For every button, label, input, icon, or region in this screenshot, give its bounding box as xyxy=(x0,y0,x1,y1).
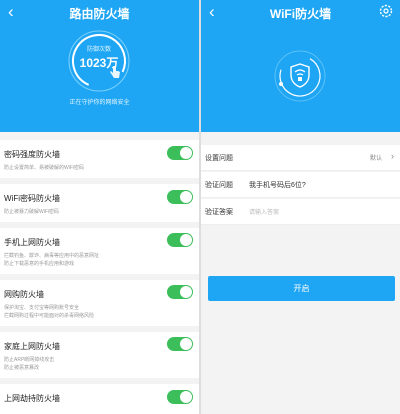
field-value: 默认 xyxy=(369,156,382,162)
list-item: 网购防火墙 保护淘宝、支付宝等网购账号安全 拦截网购过程中可能面对的杀毒网络风险 xyxy=(0,280,199,326)
page-title: 路由防火墙 xyxy=(69,7,130,21)
field-value: 我手机号码后6位? xyxy=(249,182,306,189)
defense-count-gauge: 防御次数 1023万 xyxy=(67,29,131,93)
gauge-label: 防御次数 xyxy=(86,47,111,53)
item-desc: 拦截钓鱼、欺诈、病毒等应用中的恶意网址 xyxy=(4,253,100,259)
item-label: 家庭上网防火墙 xyxy=(4,342,60,351)
item-desc: 保护淘宝、支付宝等网购账号安全 xyxy=(4,305,80,311)
item-desc: 防止下载恶意的手机应用和游戏 xyxy=(4,261,75,267)
nav-bar: ‹ 路由防火墙 xyxy=(0,0,199,26)
item-label: 密码强度防火墙 xyxy=(4,150,60,159)
gear-icon[interactable] xyxy=(378,3,394,19)
chevron-right-icon: › xyxy=(391,151,394,161)
toggle-switch[interactable] xyxy=(167,190,193,204)
list-item: 密码强度防火墙 防止设置简单、易被破解的WiFi密码 xyxy=(0,140,199,178)
wifi-shield-icon xyxy=(273,49,327,103)
item-label: 上网劫持防火墙 xyxy=(4,394,60,403)
verify-answer-row[interactable]: 验证答案 请输入答案 xyxy=(201,199,400,225)
hand-pointer-icon xyxy=(110,66,120,78)
item-label: 网购防火墙 xyxy=(4,290,44,299)
gauge-value: 1023万 xyxy=(79,56,119,70)
item-desc: 防止被暴力破解WiFi密码 xyxy=(4,209,59,215)
toggle-switch[interactable] xyxy=(167,285,193,299)
toggle-switch[interactable] xyxy=(167,390,193,404)
list-item: 手机上网防火墙 拦截钓鱼、欺诈、病毒等应用中的恶意网址 防止下载恶意的手机应用和… xyxy=(0,228,199,274)
status-text: 正在守护你的网络安全 xyxy=(69,100,130,106)
verify-question-row: 验证问题 我手机号码后6位? xyxy=(201,172,400,198)
list-item: 上网劫持防火墙 xyxy=(0,384,199,414)
item-desc: 防止被恶意篡改 xyxy=(4,365,40,371)
list-item: 家庭上网防火墙 防止ARP断网掉线攻击 防止被恶意篡改 xyxy=(0,332,199,378)
item-label: 手机上网防火墙 xyxy=(4,238,60,247)
field-label: 验证答案 xyxy=(205,209,233,216)
toggle-switch[interactable] xyxy=(167,146,193,160)
setting-question-row[interactable]: 设置问题 默认 › xyxy=(201,145,400,171)
nav-bar: ‹ WiFi防火墙 xyxy=(201,0,400,26)
enable-button[interactable]: 开启 xyxy=(208,276,395,301)
list-item: WiFi密码防火墙 防止被暴力破解WiFi密码 xyxy=(0,184,199,222)
header-banner: ‹ WiFi防火墙 xyxy=(201,0,400,132)
toggle-switch[interactable] xyxy=(167,337,193,351)
page-title: WiFi防火墙 xyxy=(269,7,332,21)
router-firewall-screen: ‹ 路由防火墙 防御次数 1023万 正在守护你的网络安全 密码强度防火墙 防止… xyxy=(0,0,199,414)
item-desc: 防止ARP断网掉线攻击 xyxy=(4,357,55,363)
wifi-firewall-screen: ‹ WiFi防火墙 设置问题 默认 › 验证问题 我手机号码后6位? 验证答案 … xyxy=(201,0,400,414)
item-desc: 防止设置简单、易被破解的WiFi密码 xyxy=(4,165,84,171)
answer-input[interactable]: 请输入答案 xyxy=(249,207,279,216)
header-banner: ‹ 路由防火墙 防御次数 1023万 正在守护你的网络安全 xyxy=(0,0,199,132)
item-desc: 拦截网购过程中可能面对的杀毒网络风险 xyxy=(4,313,95,319)
field-label: 验证问题 xyxy=(205,182,233,189)
item-label: WiFi密码防火墙 xyxy=(4,194,60,203)
toggle-switch[interactable] xyxy=(167,233,193,247)
field-label: 设置问题 xyxy=(205,155,233,162)
